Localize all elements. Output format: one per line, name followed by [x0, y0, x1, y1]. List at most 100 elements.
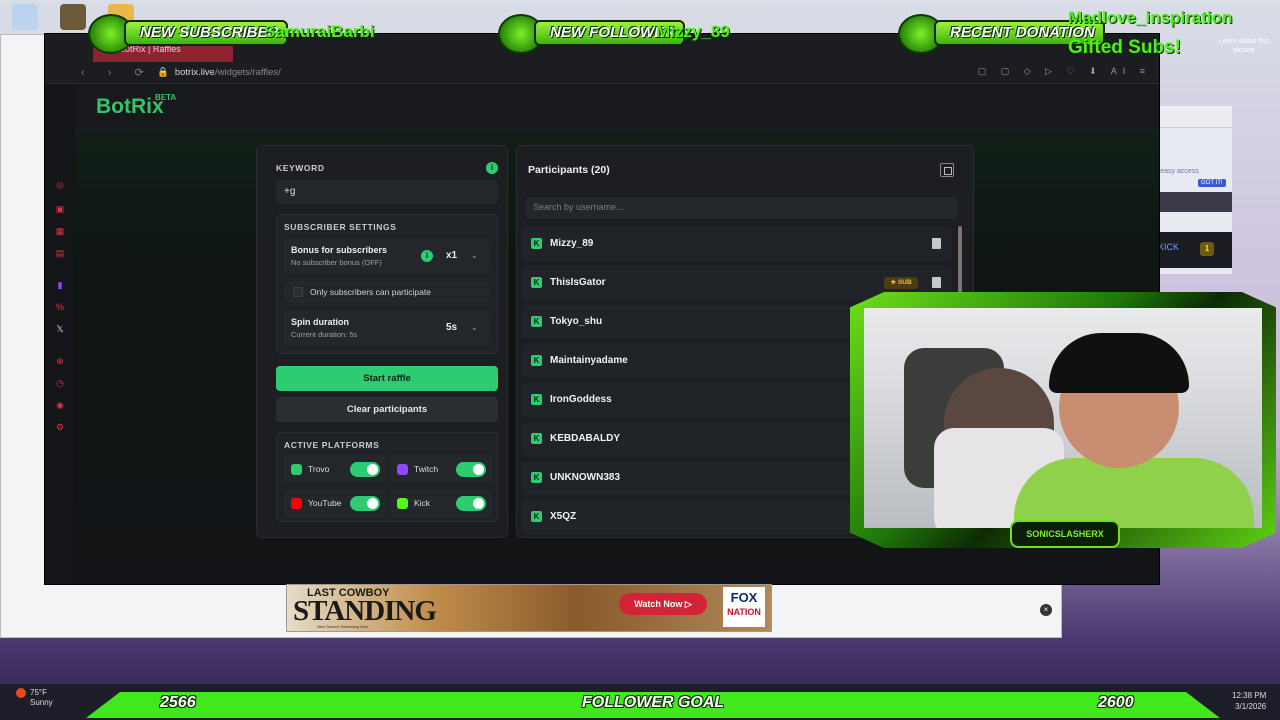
taskbar-clock[interactable]: 12:38 PM 3/1/2026	[1232, 690, 1266, 712]
fox-wordmark: FOX	[730, 590, 758, 605]
kick-icon: K	[531, 277, 542, 288]
sidebar-icon[interactable]: ◎	[55, 180, 65, 190]
got-it-button[interactable]: GOT IT!	[1198, 179, 1226, 187]
browser-sidebar: ◎ ▣ ▦ ▤ ▮ % 𝕏 ⊕ ◷ ◉ ⚙	[45, 84, 75, 584]
watch-now-button[interactable]: Watch Now ▷	[619, 593, 707, 615]
alert-username: Mizzy_89	[656, 22, 730, 41]
participant-name: IronGoddess	[550, 394, 612, 405]
only-subs-row[interactable]: Only subscribers can participate	[284, 281, 490, 303]
trash-icon[interactable]	[932, 277, 941, 288]
participant-name: UNKNOWN383	[550, 472, 621, 483]
spin-subtitle: Current duration: 5s	[291, 330, 358, 339]
kick-toggle[interactable]	[456, 496, 486, 511]
recent-donation-alert: RECENT DONATION	[898, 14, 1105, 54]
gifted-subs-text: Gifted Subs!	[1068, 37, 1181, 58]
spin-select[interactable]: 5s	[446, 322, 457, 333]
weather-widget[interactable]: 75°F Sunny	[16, 688, 53, 708]
only-subs-checkbox[interactable]	[293, 287, 303, 297]
only-subs-label: Only subscribers can participate	[310, 287, 431, 297]
info-icon[interactable]: i	[486, 162, 498, 174]
kick-icon	[397, 498, 408, 509]
sidebar-icon[interactable]: ▤	[55, 248, 65, 258]
platform-name: Trovo	[308, 464, 330, 474]
botrix-logo[interactable]: BotRix	[96, 95, 164, 119]
close-icon[interactable]: ×	[1040, 604, 1052, 616]
participants-scrollbar[interactable]	[958, 226, 962, 294]
platform-twitch: Twitch	[390, 455, 492, 483]
youtube-toggle[interactable]	[350, 496, 380, 511]
alert-username: SamuraiBarbi	[264, 22, 375, 41]
search-input[interactable]: Search by username...	[526, 197, 958, 219]
address-bar: ‹ › ⟳ 🔒 botrix.live/widgets/raffles/ ▢ ▢ …	[45, 62, 1159, 84]
recycle-bin-icon[interactable]	[12, 4, 38, 30]
twitch-sidebar-icon[interactable]: ▮	[55, 280, 65, 290]
side-window-titlebar	[1150, 106, 1232, 128]
clock-sidebar-icon[interactable]: ◷	[55, 378, 65, 388]
x-sidebar-icon[interactable]: 𝕏	[55, 324, 65, 334]
url-host: botrix.live	[174, 67, 215, 78]
temperature: 75°F	[30, 688, 47, 698]
start-raffle-button[interactable]: Start raffle	[276, 366, 498, 391]
learn-more-link[interactable]: Learn about this picture	[1218, 37, 1270, 55]
clear-participants-button[interactable]: Clear participants	[276, 397, 498, 422]
ai-button[interactable]: AI	[1111, 66, 1132, 76]
list-item[interactable]: K Mizzy_89	[522, 227, 952, 261]
app-header: BotRix BETA	[75, 84, 1159, 130]
sidebar-icon[interactable]: ▣	[55, 204, 65, 214]
count-badge: 1	[1200, 242, 1214, 256]
date: 3/1/2026	[1235, 702, 1267, 711]
bonus-title: Bonus for subscribers	[291, 245, 388, 255]
fox-nation-logo: FOX NATION	[723, 587, 765, 627]
keyword-input[interactable]: +g	[276, 180, 498, 204]
settings-sidebar-icon[interactable]: ⚙	[55, 422, 65, 432]
spin-duration-row: Spin duration Current duration: 5s 5s ⌄	[284, 311, 490, 345]
sidebar-icon[interactable]: %	[55, 302, 65, 312]
twitch-toggle[interactable]	[456, 462, 486, 477]
side-window-hint: r easy access	[1156, 168, 1199, 175]
twitch-icon	[397, 464, 408, 475]
bonus-select[interactable]: x1	[446, 250, 457, 261]
side-window-toolbar	[1150, 192, 1232, 212]
kick-icon: K	[531, 238, 542, 249]
nation-wordmark: NATION	[727, 607, 761, 617]
app-icon[interactable]	[60, 4, 86, 30]
sidebar-icon[interactable]: ⊕	[55, 356, 65, 366]
kick-icon: K	[531, 316, 542, 327]
streamer-logo: SONICSLASHERX	[1010, 520, 1120, 548]
nav-buttons[interactable]: ‹ › ⟳	[81, 66, 154, 79]
ad-tagline: New Season Streaming Now	[317, 624, 369, 629]
keyword-label: KEYWORD	[276, 163, 325, 173]
kick-icon: K	[531, 472, 542, 483]
goal-target: 2600	[1098, 694, 1134, 711]
platform-trovo: Trovo	[284, 455, 386, 483]
participant-name: Tokyo_shu	[550, 316, 603, 327]
goal-current: 2566	[160, 694, 196, 711]
url-field[interactable]: 🔒 botrix.live/widgets/raffles/	[157, 67, 281, 78]
participant-name: ThisIsGator	[550, 277, 606, 288]
trovo-icon	[291, 464, 302, 475]
sidebar-icon[interactable]: ▦	[55, 226, 65, 236]
goal-label: FOLLOWER GOAL	[582, 694, 725, 711]
platform-name: Twitch	[414, 464, 439, 474]
toolbar-icons[interactable]: ▢ ▢ ◇ ▷ ♡ ⬇ AI ≡	[978, 66, 1151, 77]
subscriber-settings: SUBSCRIBER SETTINGS Bonus for subscriber…	[276, 214, 498, 354]
weather-condition: Sunny	[30, 698, 53, 708]
trovo-toggle[interactable]	[350, 462, 380, 477]
chevron-down-icon: ⌄	[471, 323, 478, 332]
kick-icon: K	[531, 355, 542, 366]
alert-username: Madlove_inspiration	[1068, 8, 1233, 27]
spin-title: Spin duration	[291, 317, 349, 327]
bonus-info-icon[interactable]: i	[421, 250, 433, 262]
platform-kick: Kick	[390, 489, 492, 517]
url-path: /widgets/raffles/	[214, 67, 281, 78]
trash-icon[interactable]	[932, 238, 941, 249]
copy-icon[interactable]	[940, 163, 954, 177]
kick-label: KICK	[1158, 242, 1180, 252]
person-right-shirt	[1014, 458, 1254, 528]
lock-icon: 🔒	[157, 67, 169, 78]
sidebar-icon[interactable]: ◉	[55, 400, 65, 410]
bonus-row: Bonus for subscribers No subscriber bonu…	[284, 239, 490, 273]
ad-banner[interactable]: LAST COWBOY STANDING New Season Streamin…	[286, 584, 772, 632]
subscriber-settings-label: SUBSCRIBER SETTINGS	[284, 222, 397, 232]
beta-badge: BETA	[155, 93, 177, 102]
